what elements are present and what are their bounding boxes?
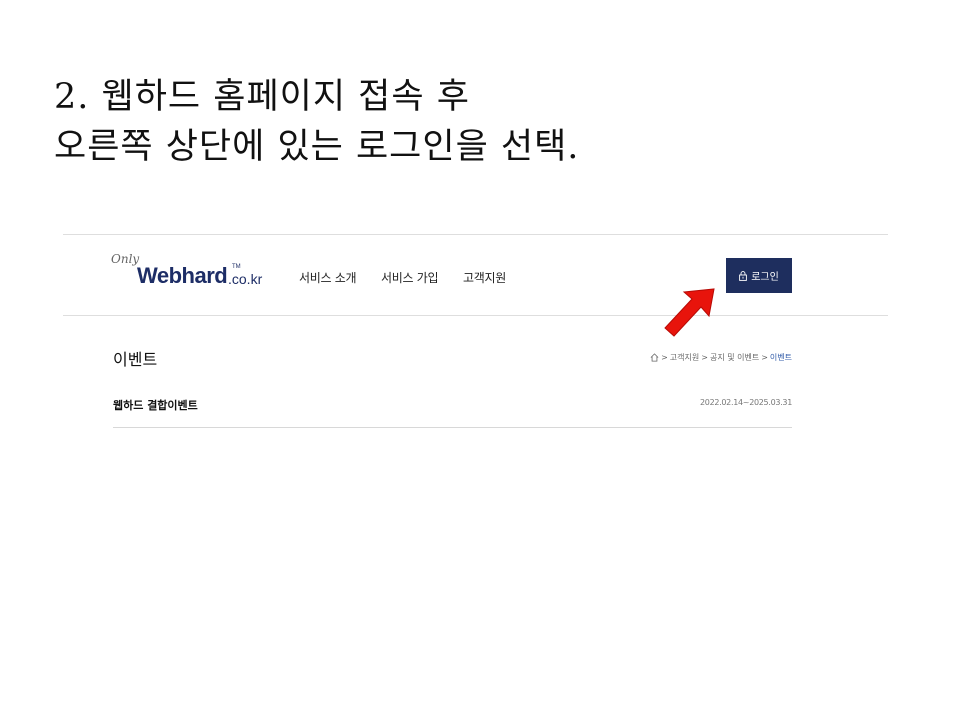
- breadcrumb-separator: >: [701, 353, 708, 362]
- login-button[interactable]: 로그인: [726, 258, 792, 293]
- breadcrumb-notice-events[interactable]: 공지 및 이벤트: [710, 352, 759, 363]
- header-top-divider: [63, 234, 888, 235]
- lock-icon: [739, 270, 748, 281]
- breadcrumb-separator: >: [761, 353, 768, 362]
- logo-main-text: Webhard: [137, 263, 228, 288]
- event-date: 2022.02.14~2025.03.31: [699, 398, 792, 407]
- logo-only-text: Only: [111, 252, 140, 266]
- breadcrumb-customer-support[interactable]: 고객지원: [670, 352, 699, 363]
- breadcrumb: > 고객지원 > 공지 및 이벤트 > 이벤트: [650, 352, 792, 363]
- page-title: 이벤트: [113, 350, 158, 369]
- breadcrumb-current: 이벤트: [769, 353, 792, 362]
- site-logo[interactable]: Only Webhard TM .co.kr: [111, 252, 271, 288]
- login-button-label: 로그인: [751, 272, 779, 283]
- breadcrumb-separator: >: [661, 353, 668, 362]
- logo-tm-text: TM: [232, 264, 241, 270]
- instruction-line-2: 오른쪽 상단에 있는 로그인을 선택.: [54, 127, 580, 167]
- header-bottom-divider: [63, 315, 888, 316]
- instruction-text: 2. 웹하드 홈페이지 접속 후 오른쪽 상단에 있는 로그인을 선택.: [54, 72, 579, 172]
- instruction-line-1: 2. 웹하드 홈페이지 접속 후: [54, 77, 470, 117]
- nav-service-intro[interactable]: 서비스 소개: [299, 269, 357, 286]
- red-arrow-icon: [664, 288, 715, 337]
- nav-customer-support[interactable]: 고객지원: [463, 269, 506, 286]
- nav-service-signup[interactable]: 서비스 가입: [381, 269, 439, 286]
- website-screenshot: Only Webhard TM .co.kr 서비스 소개 서비스 가입 고객지…: [63, 234, 888, 434]
- logo-tld-text: .co.kr: [228, 271, 263, 287]
- home-icon[interactable]: [650, 353, 659, 362]
- event-title-link[interactable]: 웹하드 결합이벤트: [113, 397, 198, 413]
- event-divider: [113, 427, 792, 428]
